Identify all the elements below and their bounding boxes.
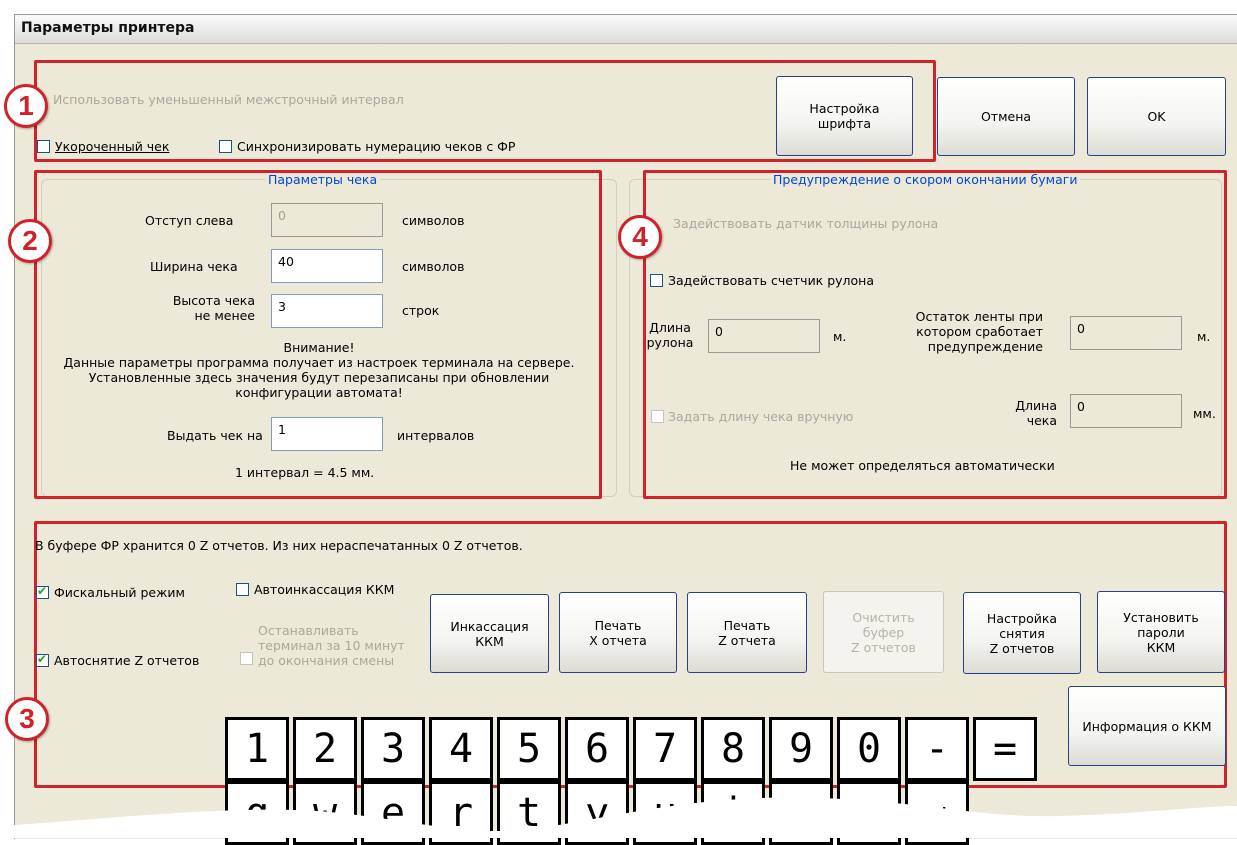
torn-edge [0,797,1237,838]
key[interactable]: 1 [225,717,289,781]
key[interactable]: 5 [497,717,561,781]
key[interactable]: 6 [565,717,629,781]
key[interactable]: 2 [293,717,357,781]
key[interactable]: 4 [429,717,493,781]
key[interactable]: 7 [633,717,697,781]
key[interactable]: 0 [837,717,901,781]
key[interactable]: - [905,717,969,781]
onscreen-keyboard: 1234567890-= qwertyuiopTab [0,0,1237,845]
key[interactable]: 3 [361,717,425,781]
key[interactable]: = [973,717,1037,781]
key[interactable]: 9 [769,717,833,781]
key[interactable]: 8 [701,717,765,781]
